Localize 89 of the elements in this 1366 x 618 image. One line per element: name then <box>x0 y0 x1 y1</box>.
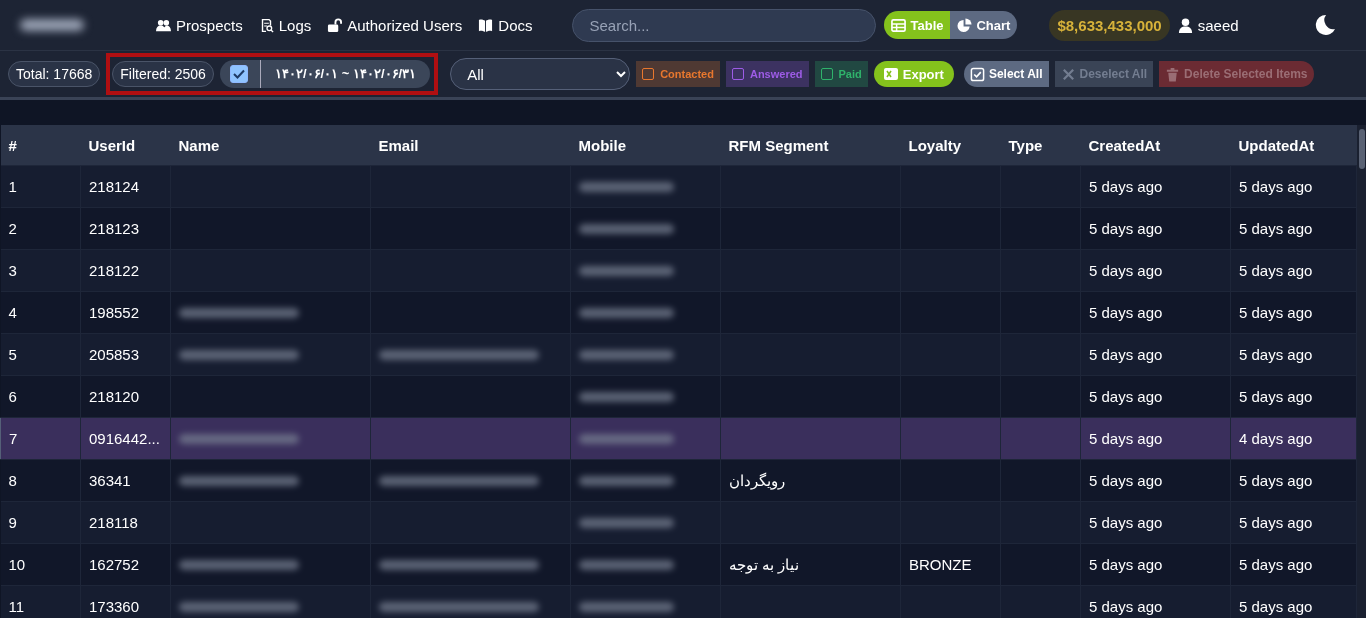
spreadsheet-icon <box>883 67 898 81</box>
status-filter-chip[interactable]: Contacted <box>636 61 720 87</box>
table-cell: 5 days ago <box>1089 346 1163 363</box>
table-cell: 218122 <box>89 262 140 279</box>
column-header[interactable]: UpdatedAt <box>1230 125 1357 166</box>
table-cell: 5 days ago <box>1089 598 1163 615</box>
table-cell: رویگردان <box>729 471 785 490</box>
users-icon <box>156 17 171 33</box>
checkbox[interactable] <box>229 65 248 83</box>
row-number: 1 <box>8 178 17 195</box>
table-cell: 5 days ago <box>1239 556 1313 573</box>
column-header[interactable]: UserId <box>80 125 171 166</box>
column-header[interactable]: Type <box>1000 125 1081 166</box>
column-header[interactable]: Email <box>370 125 571 166</box>
total-count: Total: 17668 <box>8 61 101 87</box>
table-cell: 5 days ago <box>1089 220 1163 237</box>
table-cell: 5 days ago <box>1239 262 1313 279</box>
table-icon <box>891 17 907 33</box>
status-filter-chip[interactable]: Paid <box>814 61 868 87</box>
column-header[interactable]: Mobile <box>570 125 721 166</box>
table-cell: 205853 <box>89 346 140 363</box>
view-toggle-button[interactable]: Chart <box>950 11 1018 39</box>
trash-icon <box>1165 66 1181 82</box>
table-cell: 36341 <box>89 472 131 489</box>
nav-link[interactable]: Prospects <box>156 16 243 34</box>
status-dropdown[interactable]: All <box>450 58 631 90</box>
row-number: 9 <box>8 514 17 531</box>
table-cell: 218120 <box>89 388 140 405</box>
table-cell: 173360 <box>89 598 140 615</box>
table-cell: 0916442... <box>89 430 160 447</box>
book-icon <box>478 17 494 33</box>
table-cell: 5 days ago <box>1239 178 1313 195</box>
balance-badge: $8,633,433,000 <box>1049 9 1170 41</box>
checkbox[interactable] <box>820 68 833 80</box>
row-number: 3 <box>8 262 17 279</box>
column-header[interactable]: RFM Segment <box>720 125 901 166</box>
column-header[interactable]: CreatedAt <box>1080 125 1231 166</box>
table-cell: 5 days ago <box>1239 598 1313 615</box>
table-cell: 5 days ago <box>1089 262 1163 279</box>
column-header[interactable]: # <box>0 125 81 166</box>
table-cell: 4 days ago <box>1239 430 1313 447</box>
table-cell: 5 days ago <box>1089 472 1163 489</box>
table-cell: 198552 <box>89 304 140 321</box>
nav-link[interactable]: Docs <box>478 16 533 34</box>
table-cell: 5 days ago <box>1239 514 1313 531</box>
table-cell: 5 days ago <box>1089 178 1163 195</box>
username: saeed <box>1197 16 1239 34</box>
row-number: 7 <box>9 430 18 447</box>
nav-link[interactable]: Logs <box>258 16 312 34</box>
toolbar-button[interactable]: Select All <box>963 61 1049 87</box>
table-cell: 5 days ago <box>1239 388 1313 405</box>
row-number: 5 <box>8 346 17 363</box>
scrollbar-thumb[interactable] <box>1359 129 1365 169</box>
row-number: 2 <box>8 220 17 237</box>
unlocked-padlock-icon <box>327 17 343 33</box>
close-icon <box>1060 66 1076 82</box>
checkbox[interactable] <box>731 68 744 80</box>
table-cell: نیاز به توجه <box>729 555 800 574</box>
pie-chart-icon <box>957 17 973 33</box>
table-cell: 5 days ago <box>1089 304 1163 321</box>
table-cell: 5 days ago <box>1239 346 1313 363</box>
table-cell: 5 days ago <box>1089 514 1163 531</box>
date-range: ۱۴۰۲/۰۶/۰۱ ~ ۱۴۰۲/۰۶/۳۱ <box>259 60 431 88</box>
table-cell: 218124 <box>89 178 140 195</box>
column-header[interactable]: Name <box>170 125 371 166</box>
checkbox-icon <box>969 66 985 82</box>
table-cell: 5 days ago <box>1089 430 1163 447</box>
column-header[interactable]: Loyalty <box>900 125 1001 166</box>
table-cell: 5 days ago <box>1239 472 1313 489</box>
nav-link[interactable]: Authorized Users <box>327 16 463 34</box>
user-icon <box>1177 17 1193 33</box>
moon-icon[interactable] <box>1314 14 1336 36</box>
search-field[interactable]: Search... <box>572 8 877 42</box>
table-cell: 218123 <box>89 220 140 237</box>
date-range-filter[interactable]: ۱۴۰۲/۰۶/۰۱ ~ ۱۴۰۲/۰۶/۳۱ <box>219 60 431 88</box>
table-cell: 218118 <box>89 514 138 531</box>
row-number: 4 <box>8 304 17 321</box>
checkbox[interactable] <box>642 68 655 80</box>
table-cell: 162752 <box>89 556 140 573</box>
table-cell: BRONZE <box>909 556 972 573</box>
filtered-count: Filtered: 2506 <box>112 61 214 87</box>
row-number: 11 <box>8 598 25 615</box>
row-number: 10 <box>8 556 26 573</box>
table-cell: 5 days ago <box>1239 304 1313 321</box>
table-cell: 5 days ago <box>1239 220 1313 237</box>
table-cell: 5 days ago <box>1089 388 1163 405</box>
row-number: 8 <box>8 472 17 489</box>
row-number: 6 <box>8 388 17 405</box>
table-cell: 5 days ago <box>1089 556 1163 573</box>
